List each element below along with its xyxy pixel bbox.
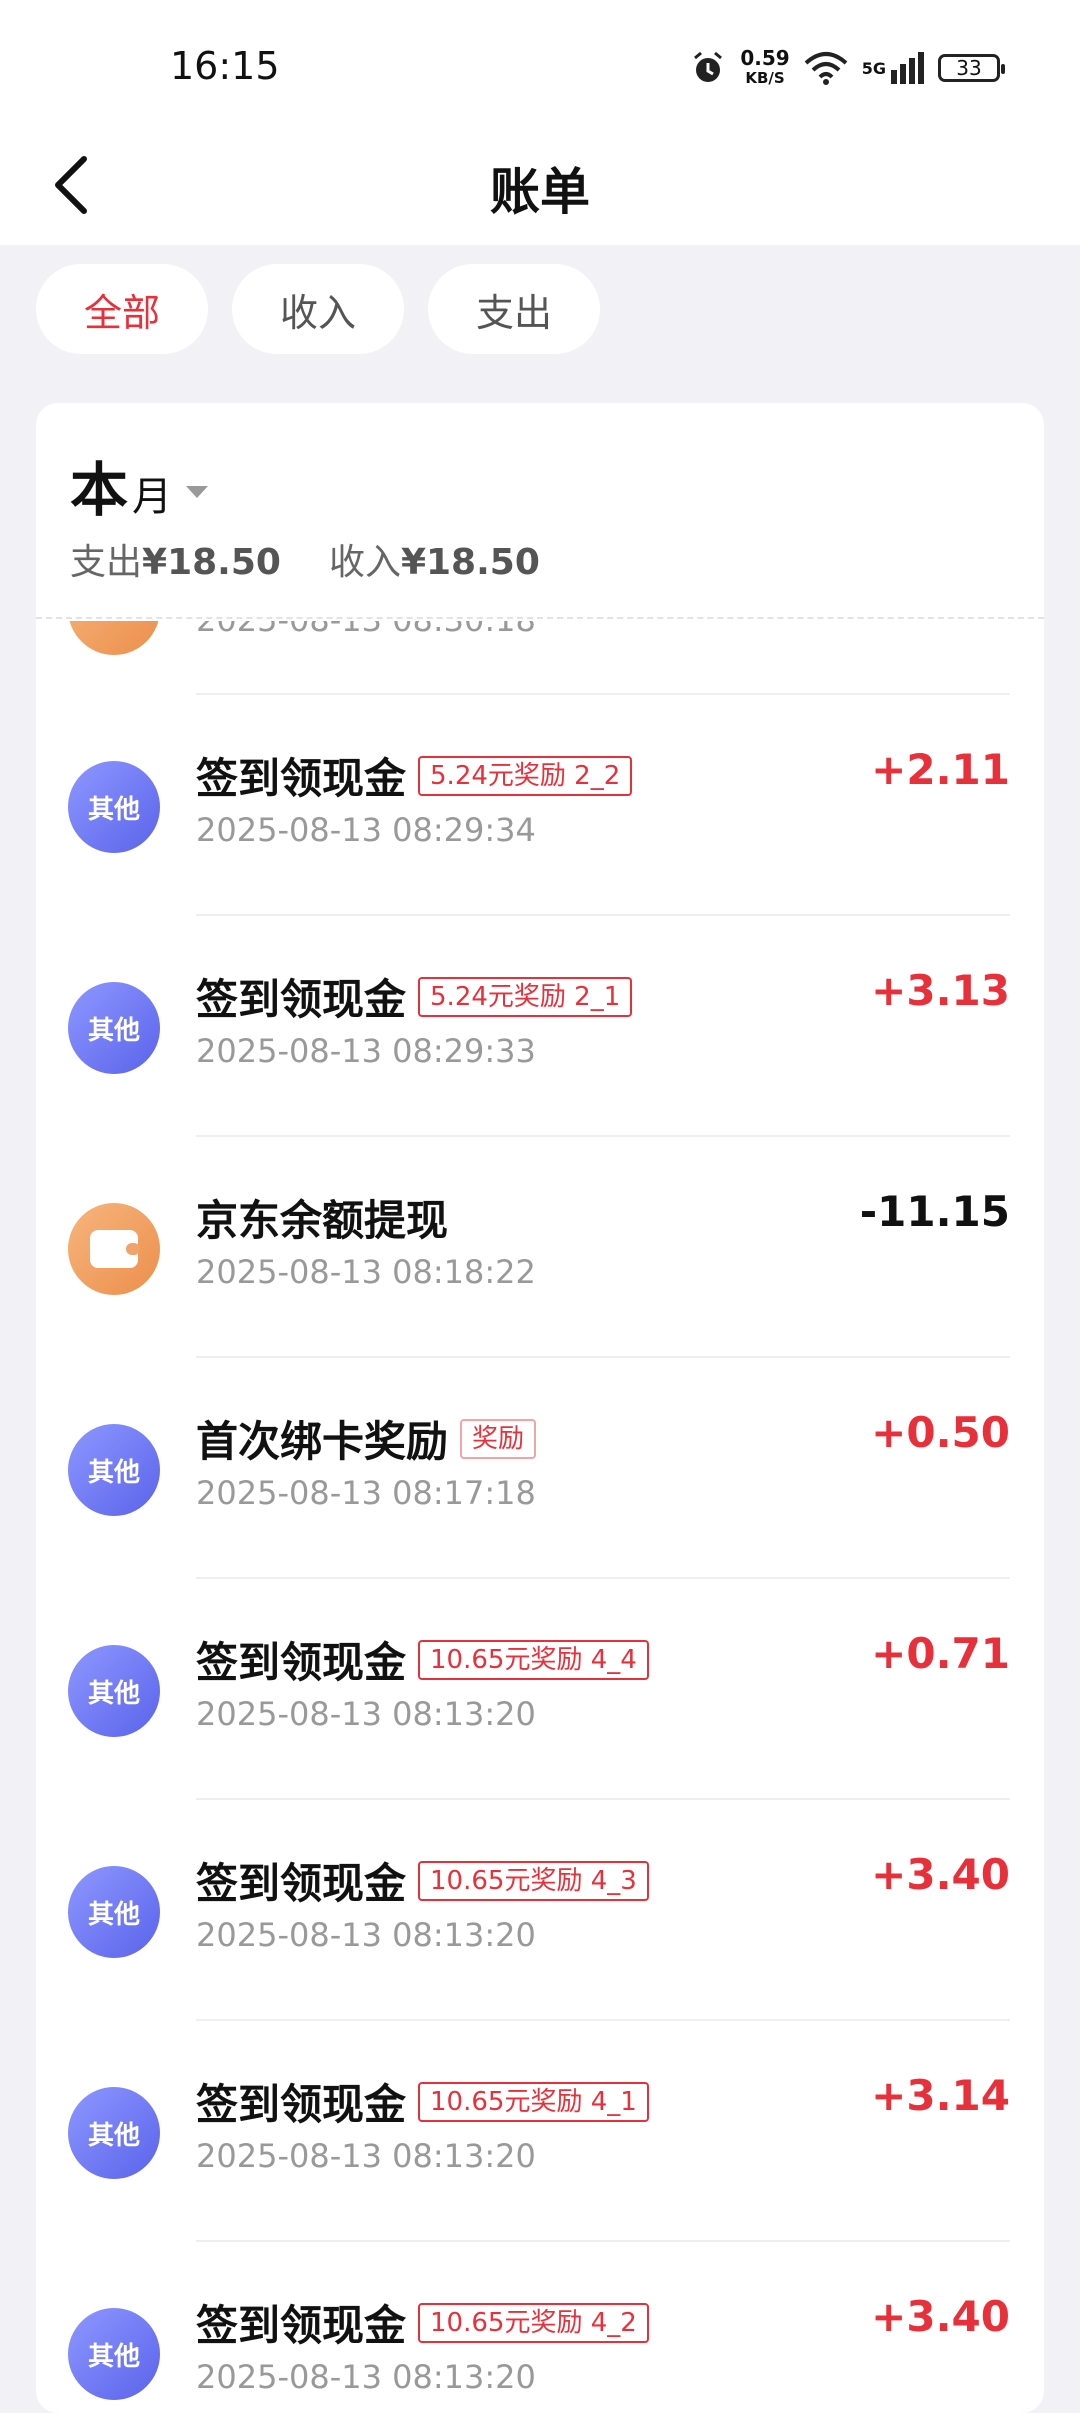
transaction-amount: +3.13 (871, 966, 1010, 1015)
avatar-other: 其他 (68, 1645, 160, 1737)
transaction-title: 签到领现金 (196, 1638, 407, 1687)
list-item[interactable]: 其他 首次绑卡奖励 奖励 2025-08-13 08:17:18 +0.50 (36, 1358, 1044, 1579)
transaction-tag: 5.24元奖励 2_1 (418, 976, 633, 1017)
transaction-tag: 10.65元奖励 4_4 (418, 1639, 649, 1680)
income-value: ¥18.50 (400, 542, 540, 583)
transaction-tag: 奖励 (460, 1418, 537, 1459)
list-item[interactable]: 其他 签到领现金 10.65元奖励 4_3 2025-08-13 08:13:2… (36, 1800, 1044, 2021)
transaction-datetime: 2025-08-13 08:29:33 (196, 1032, 536, 1070)
status-time: 16:15 (170, 44, 280, 88)
income-summary: 收入¥18.50 (329, 533, 540, 585)
avatar-other: 其他 (68, 761, 160, 853)
transaction-tag: 5.24元奖励 2_2 (418, 755, 633, 796)
transaction-amount: +2.11 (871, 745, 1010, 794)
name-line: 签到领现金 5.24元奖励 2_2 (196, 745, 633, 806)
month-selector[interactable]: 本 月 (70, 443, 209, 527)
transaction-amount: +0.50 (871, 1408, 1010, 1457)
name-line: 签到领现金 10.65元奖励 4_4 (196, 1629, 649, 1690)
transaction-tag: 10.65元奖励 4_1 (418, 2081, 649, 2122)
signal-icon (891, 52, 924, 84)
alarm-icon (694, 51, 723, 82)
transaction-amount: +0.71 (871, 1629, 1010, 1678)
list-item[interactable]: 其他 签到领现金 10.65元奖励 4_1 2025-08-13 08:13:2… (36, 2021, 1044, 2242)
transaction-amount: +3.40 (871, 1850, 1010, 1899)
transaction-title: 签到领现金 (196, 2080, 407, 2129)
transaction-title: 签到领现金 (196, 975, 407, 1024)
transaction-amount: +3.14 (871, 2071, 1010, 2120)
transaction-datetime: 2025-08-13 08:17:18 (196, 1474, 536, 1512)
transaction-title: 签到领现金 (196, 1859, 407, 1908)
transaction-datetime: 2025-08-13 08:30:18 (196, 621, 536, 639)
expense-value: ¥18.50 (142, 542, 281, 583)
expense-label: 支出 (70, 542, 143, 583)
wifi-icon (804, 52, 848, 85)
tab-all[interactable]: 全部 (36, 264, 208, 354)
filter-tabs: 全部 收入 支出 (36, 264, 600, 354)
tab-income[interactable]: 收入 (232, 264, 404, 354)
transaction-tag: 10.65元奖励 4_3 (418, 1860, 649, 1901)
list-item[interactable]: 京东余额提现 2025-08-13 08:18:22 -11.15 (36, 1137, 1044, 1358)
list-item[interactable]: 其他 签到领现金 5.24元奖励 2_2 2025-08-13 08:29:34… (36, 695, 1044, 916)
list-item-partial[interactable]: 2025-08-13 08:30:18 (36, 621, 1044, 695)
status-bar: 16:15 0.59 KB/S 5G 33 (0, 0, 1080, 130)
tab-expense[interactable]: 支出 (428, 264, 600, 354)
transaction-datetime: 2025-08-13 08:13:20 (196, 1916, 536, 1954)
name-line: 签到领现金 10.65元奖励 4_1 (196, 2071, 649, 2132)
avatar-other: 其他 (68, 982, 160, 1074)
network-speed: 0.59 KB/S (740, 48, 789, 88)
bill-card: 本 月 支出¥18.50 收入¥18.50 2025-08-13 08:30:1… (36, 403, 1044, 2413)
name-line: 首次绑卡奖励 奖励 (196, 1408, 537, 1469)
caret-down-icon (186, 486, 209, 498)
name-line: 签到领现金 5.24元奖励 2_1 (196, 966, 633, 1027)
transaction-tag: 10.65元奖励 4_2 (418, 2302, 649, 2343)
page-title: 账单 (490, 163, 590, 221)
network-speed-unit: KB/S (745, 69, 785, 87)
month-small-label: 月 (132, 474, 173, 520)
list-item[interactable]: 其他 签到领现金 5.24元奖励 2_1 2025-08-13 08:29:33… (36, 916, 1044, 1137)
avatar-other: 其他 (68, 1866, 160, 1958)
month-summary: 支出¥18.50 收入¥18.50 (70, 533, 540, 585)
name-line: 京东余额提现 (196, 1187, 448, 1248)
transaction-title: 签到领现金 (196, 754, 407, 803)
transaction-datetime: 2025-08-13 08:29:34 (196, 811, 536, 849)
battery-icon: 33 (938, 54, 1005, 82)
transaction-list: 2025-08-13 08:30:18 其他 签到领现金 5.24元奖励 2_2… (36, 621, 1044, 2413)
network-speed-value: 0.59 (740, 46, 790, 70)
transaction-datetime: 2025-08-13 08:18:22 (196, 1253, 536, 1291)
transaction-amount: +3.40 (871, 2292, 1010, 2341)
transaction-datetime: 2025-08-13 08:13:20 (196, 2137, 536, 2175)
transaction-title: 首次绑卡奖励 (196, 1417, 449, 1466)
avatar-other: 其他 (68, 2308, 160, 2400)
avatar-wallet (68, 1203, 160, 1295)
avatar-other: 其他 (68, 2087, 160, 2179)
avatar-other: 其他 (68, 1424, 160, 1516)
nav-bar: 账单 (0, 130, 1080, 245)
name-line: 签到领现金 10.65元奖励 4_2 (196, 2292, 649, 2353)
status-icons: 0.59 KB/S 5G 33 (690, 46, 1005, 90)
wallet-icon (90, 1230, 140, 1268)
network-type: 5G (861, 58, 886, 78)
income-label: 收入 (328, 542, 401, 583)
summary-divider (36, 617, 1044, 619)
transaction-datetime: 2025-08-13 08:13:20 (196, 2358, 536, 2396)
list-item[interactable]: 其他 签到领现金 10.65元奖励 4_4 2025-08-13 08:13:2… (36, 1579, 1044, 1800)
name-line: 签到领现金 10.65元奖励 4_3 (196, 1850, 649, 1911)
list-item[interactable]: 其他 签到领现金 10.65元奖励 4_2 2025-08-13 08:13:2… (36, 2242, 1044, 2413)
expense-summary: 支出¥18.50 (70, 533, 281, 585)
transaction-title: 京东余额提现 (196, 1196, 449, 1245)
transaction-title: 签到领现金 (196, 2301, 407, 2350)
month-big-label: 本 (70, 456, 129, 524)
transaction-amount: -11.15 (859, 1187, 1010, 1236)
avatar (68, 621, 160, 655)
transaction-datetime: 2025-08-13 08:13:20 (196, 1695, 536, 1733)
